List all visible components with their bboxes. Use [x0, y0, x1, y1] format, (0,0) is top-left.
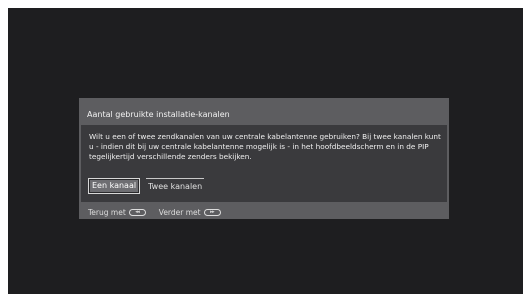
option-two-channels[interactable]: Twee kanalen	[146, 178, 205, 194]
dialog-footer: Terug met ◂◂ Verder met ▸▸	[88, 208, 221, 217]
option-one-channel[interactable]: Een kanaal	[88, 178, 141, 194]
forward-button-icon[interactable]: ▸▸	[203, 209, 221, 216]
rewind-button-icon[interactable]: ◂◂	[128, 209, 146, 216]
rewind-glyph: ◂◂	[135, 209, 140, 215]
dialog-title: Aantal gebruikte installatie-kanalen	[87, 110, 230, 119]
next-label: Verder met	[158, 208, 201, 217]
channel-options: Een kanaal Twee kanalen	[88, 178, 205, 194]
dialog-description: Wilt u een of twee zendkanalen van uw ce…	[89, 132, 441, 161]
tv-screen: Aantal gebruikte installatie-kanalen Wil…	[8, 8, 523, 294]
forward-glyph: ▸▸	[210, 209, 215, 215]
installation-channels-dialog: Aantal gebruikte installatie-kanalen Wil…	[79, 98, 449, 219]
back-label: Terug met	[88, 208, 126, 217]
dialog-body: Wilt u een of twee zendkanalen van uw ce…	[81, 125, 447, 202]
